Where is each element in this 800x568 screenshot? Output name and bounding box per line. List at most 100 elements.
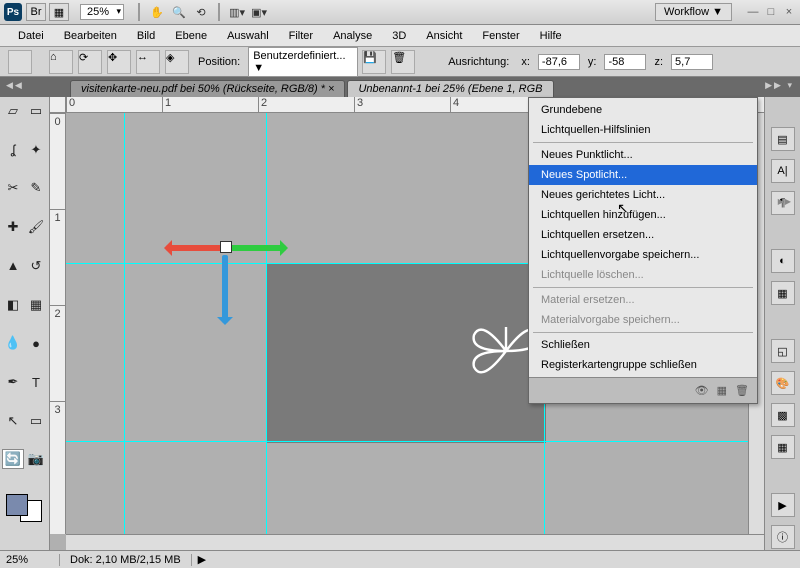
3d-camera-tool[interactable]: 📷 <box>25 449 47 469</box>
scrollbar-horizontal[interactable] <box>66 534 764 550</box>
menu-separator <box>533 287 753 288</box>
y-input[interactable] <box>604 54 646 70</box>
wand-tool[interactable]: ✦ <box>25 140 47 160</box>
status-zoom[interactable]: 25% <box>0 554 60 566</box>
z-input[interactable] <box>671 54 713 70</box>
x-axis-handle[interactable] <box>166 245 224 251</box>
menu-bild[interactable]: Bild <box>127 27 165 45</box>
rotate-icon[interactable]: ⟲ <box>192 3 210 21</box>
z-axis-handle[interactable] <box>222 255 228 323</box>
ruler-origin[interactable] <box>50 97 66 113</box>
3d-home-icon[interactable]: ⌂ <box>49 50 73 74</box>
guide-horizontal[interactable] <box>66 441 748 442</box>
menu-lichtquellen-hinzufuegen[interactable]: Lichtquellen hinzufügen... <box>529 205 757 225</box>
tab-visitenkarte[interactable]: visitenkarte-neu.pdf bei 50% (Rückseite,… <box>70 80 345 97</box>
path-tool[interactable]: ↖ <box>2 411 24 431</box>
separator <box>218 3 220 21</box>
x-label: x: <box>521 56 530 68</box>
move-tool[interactable]: ▱ <box>2 101 24 121</box>
x-input[interactable] <box>538 54 580 70</box>
info-panel-icon[interactable]: ⓘ <box>771 525 795 549</box>
marquee-tool[interactable]: ▭ <box>25 101 47 121</box>
screenmode-icon[interactable]: ▣▾ <box>250 3 268 21</box>
position-select[interactable]: Benutzerdefiniert... ▼ <box>248 47 358 77</box>
3d-rotate-tool[interactable]: 🔄 <box>2 449 24 469</box>
type-tool[interactable]: T <box>25 372 47 392</box>
menu-bearbeiten[interactable]: Bearbeiten <box>54 27 127 45</box>
menu-ebene[interactable]: Ebene <box>165 27 217 45</box>
3d-pan-icon[interactable]: ✥ <box>107 50 131 74</box>
delete-icon[interactable]: 🗑 <box>391 50 415 74</box>
menu-neues-gerichtetes-licht[interactable]: Neues gerichtetes Licht... <box>529 185 757 205</box>
menu-schliessen[interactable]: Schließen <box>529 335 757 355</box>
layers-panel-icon[interactable]: ▦ <box>771 281 795 305</box>
3d-scale-icon[interactable]: ◈ <box>165 50 189 74</box>
foreground-color[interactable] <box>6 494 28 516</box>
tab-right-icon[interactable]: ▶▶ ▾ <box>765 80 794 91</box>
eyedropper-tool[interactable]: ✎ <box>25 178 47 198</box>
navigator-panel-icon[interactable]: ◱ <box>771 339 795 363</box>
new-icon[interactable]: ▦ <box>717 384 727 397</box>
menu-datei[interactable]: Datei <box>8 27 54 45</box>
menu-lichtquellen-ersetzen[interactable]: Lichtquellen ersetzen... <box>529 225 757 245</box>
maximize-button[interactable]: □ <box>764 5 778 19</box>
zoom-icon[interactable]: 🔍 <box>170 3 188 21</box>
zoom-select[interactable]: 25% <box>80 4 124 20</box>
trash-icon[interactable]: 🗑 <box>735 384 749 397</box>
crop-tool[interactable]: ✂ <box>2 178 24 198</box>
styles-panel-icon[interactable]: ▦ <box>771 435 795 459</box>
menu-analyse[interactable]: Analyse <box>323 27 382 45</box>
menu-lichtquellen-hilfslinien[interactable]: Lichtquellen-Hilfslinien <box>529 120 757 140</box>
ruler-vertical[interactable]: 0123 <box>50 113 66 534</box>
arrange-icon[interactable]: ▥▾ <box>228 3 246 21</box>
eraser-tool[interactable]: ◧ <box>2 295 24 315</box>
menu-filter[interactable]: Filter <box>279 27 323 45</box>
tab-unbenannt[interactable]: Unbenannt-1 bei 25% (Ebene 1, RGB <box>347 80 553 97</box>
menu-registerkartengruppe-schliessen[interactable]: Registerkartengruppe schließen <box>529 355 757 375</box>
save-icon[interactable]: 💾 <box>362 50 386 74</box>
menu-neues-spotlicht[interactable]: Neues Spotlicht... <box>529 165 757 185</box>
3d-slide-icon[interactable]: ↔ <box>136 50 160 74</box>
tool-preset-icon[interactable] <box>8 50 32 74</box>
shape-tool[interactable]: ▭ <box>25 411 47 431</box>
minimize-button[interactable]: — <box>746 5 760 19</box>
dodge-tool[interactable]: ● <box>25 333 47 353</box>
close-button[interactable]: × <box>782 5 796 19</box>
3d-rotate-icon[interactable]: ⟳ <box>78 50 102 74</box>
menu-lichtquellenvorgabe-speichern[interactable]: Lichtquellenvorgabe speichern... <box>529 245 757 265</box>
guide-vertical[interactable] <box>124 113 125 534</box>
adjustments-panel-icon[interactable]: ◐ <box>771 249 795 273</box>
brush-tool[interactable]: 🖌 <box>25 217 47 237</box>
history-panel-icon[interactable]: ▤ <box>771 127 795 151</box>
heal-tool[interactable]: ✚ <box>2 217 24 237</box>
menu-neues-punktlicht[interactable]: Neues Punktlicht... <box>529 145 757 165</box>
history-tool[interactable]: ↺ <box>25 256 47 276</box>
lasso-tool[interactable]: ʆ <box>2 140 24 160</box>
gizmo-center[interactable] <box>220 241 232 253</box>
color-swatch[interactable] <box>6 494 42 522</box>
stamp-tool[interactable]: ▲ <box>2 256 24 276</box>
color-panel-icon[interactable]: 🎨 <box>771 371 795 395</box>
paragraph-panel-icon[interactable]: ¶ <box>771 191 795 215</box>
y-axis-handle[interactable] <box>228 245 286 251</box>
menu-auswahl[interactable]: Auswahl <box>217 27 279 45</box>
miniview-button[interactable]: ▦ <box>49 3 69 21</box>
menu-grundebene[interactable]: Grundebene <box>529 100 757 120</box>
status-docsize[interactable]: Dok: 2,10 MB/2,15 MB <box>60 554 192 566</box>
actions-panel-icon[interactable]: ▶ <box>771 493 795 517</box>
blur-tool[interactable]: 💧 <box>2 333 24 353</box>
character-panel-icon[interactable]: A| <box>771 159 795 183</box>
pen-tool[interactable]: ✒ <box>2 372 24 392</box>
3d-gizmo[interactable] <box>166 223 286 333</box>
menu-ansicht[interactable]: Ansicht <box>416 27 472 45</box>
swatches-panel-icon[interactable]: ▩ <box>771 403 795 427</box>
gradient-tool[interactable]: ▦ <box>25 295 47 315</box>
menu-hilfe[interactable]: Hilfe <box>530 27 572 45</box>
hand-icon[interactable]: ✋ <box>148 3 166 21</box>
menu-3d[interactable]: 3D <box>382 27 416 45</box>
bridge-button[interactable]: Br <box>26 3 46 21</box>
visibility-icon[interactable]: 👁 <box>695 384 709 397</box>
workspace-select[interactable]: Workflow ▼ <box>655 3 732 21</box>
menu-fenster[interactable]: Fenster <box>472 27 529 45</box>
status-arrow-icon[interactable]: ▶ <box>192 553 212 566</box>
